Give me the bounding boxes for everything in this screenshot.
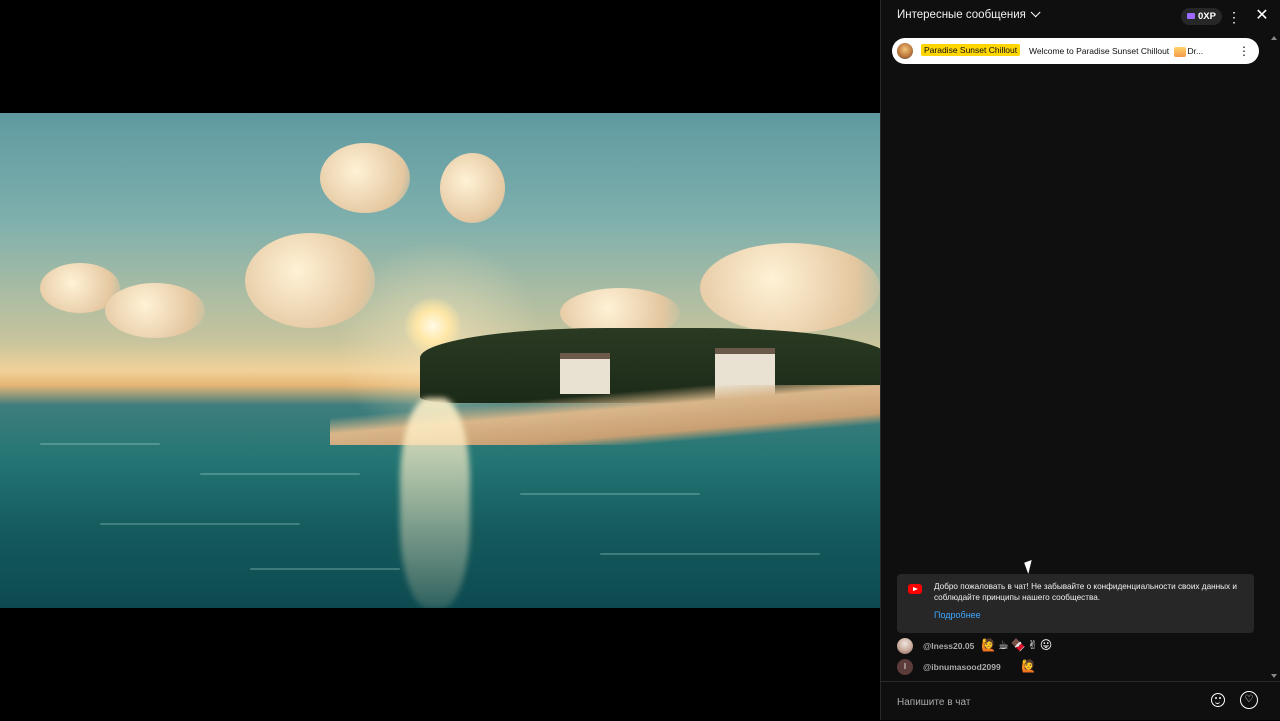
- scroll-up-arrow[interactable]: [1271, 36, 1277, 40]
- scroll-down-arrow[interactable]: [1271, 674, 1277, 678]
- cloud: [320, 143, 410, 213]
- sunset-emoji-icon: [1173, 46, 1186, 57]
- pinned-message-body: Welcome to Paradise Sunset Chillout: [1029, 46, 1170, 56]
- chat-input[interactable]: [895, 690, 1217, 714]
- cloud: [440, 153, 505, 223]
- wave: [250, 568, 400, 570]
- welcome-banner: Добро пожаловать в чат! Не забывайте о к…: [897, 574, 1254, 633]
- wave: [600, 553, 820, 555]
- live-chat-panel: Интересные сообщения 0XP ⋮ ✕ Paradise Su…: [880, 0, 1280, 720]
- xp-badge[interactable]: 0XP: [1181, 8, 1222, 25]
- learn-more-link[interactable]: Подробнее: [934, 610, 981, 620]
- youtube-logo-icon: [908, 584, 922, 594]
- avatar[interactable]: I: [897, 659, 913, 675]
- chat-username[interactable]: @ibnumasood2099: [923, 662, 1001, 672]
- chat-message-emojis: 🙋☕🍫✌😛: [981, 638, 1055, 652]
- cloud: [700, 243, 880, 333]
- camera-icon: [1187, 13, 1195, 20]
- chevron-down-icon: [1030, 7, 1041, 18]
- heart-icon: ♡: [1244, 694, 1254, 705]
- cloud: [245, 233, 375, 328]
- emoji-picker-button[interactable]: [1211, 693, 1225, 707]
- channel-avatar: [897, 43, 913, 59]
- chat-mode-dropdown[interactable]: Интересные сообщения: [897, 7, 1041, 21]
- close-icon: ✕: [1255, 7, 1269, 24]
- pinned-channel-name: Paradise Sunset Chillout: [921, 44, 1021, 56]
- welcome-text: Добро пожаловать в чат! Не забывайте о к…: [934, 582, 1238, 602]
- video-frame-beach-sunset[interactable]: [0, 113, 880, 608]
- chat-mode-label: Интересные сообщения: [897, 9, 1026, 21]
- chat-header: Интересные сообщения 0XP ⋮ ✕: [881, 0, 1280, 34]
- heart-reaction-button[interactable]: ♡: [1240, 691, 1258, 709]
- cloud: [105, 283, 205, 338]
- wave: [40, 443, 160, 445]
- close-chat-button[interactable]: ✕: [1253, 7, 1271, 25]
- avatar[interactable]: [897, 638, 913, 654]
- video-player[interactable]: [0, 0, 880, 720]
- vertical-dots-icon: ⋮: [1227, 9, 1241, 25]
- wave: [100, 523, 300, 525]
- chat-username[interactable]: @Iness20.05: [923, 641, 974, 651]
- xp-label: 0XP: [1198, 11, 1216, 22]
- pinned-message-tail: Dr...: [1187, 46, 1204, 56]
- chat-input-bar: ♡: [881, 681, 1280, 721]
- wave: [200, 473, 360, 475]
- more-options-button[interactable]: ⋮: [1225, 8, 1243, 26]
- sun-reflection: [400, 398, 470, 608]
- wave: [520, 493, 700, 495]
- pinned-menu-button[interactable]: ⋮: [1238, 43, 1250, 59]
- pinned-message[interactable]: Paradise Sunset Chillout Welcome to Para…: [892, 38, 1259, 64]
- pinned-message-text: Welcome to Paradise Sunset Chillout Dr..…: [1029, 46, 1203, 57]
- chat-message-emojis: 🙋: [1021, 659, 1038, 673]
